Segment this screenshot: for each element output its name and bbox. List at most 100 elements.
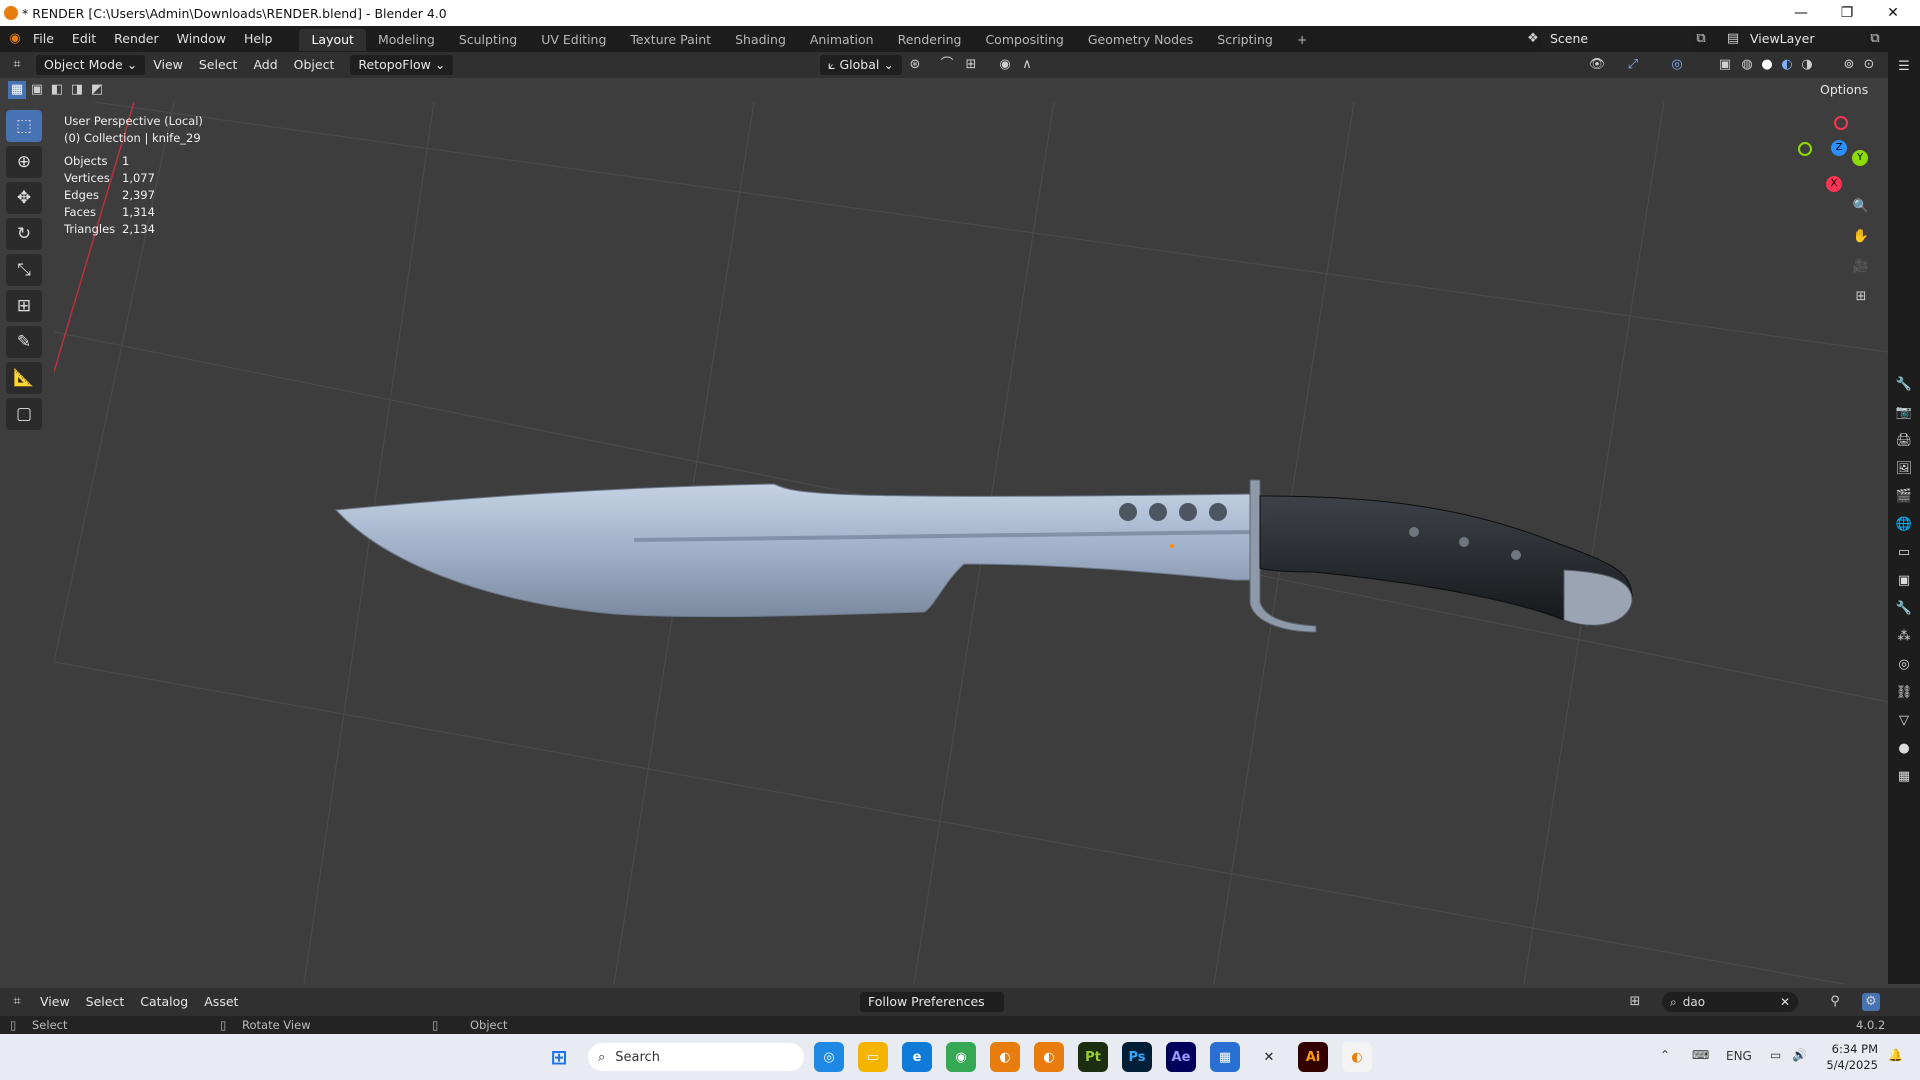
blender-active-icon[interactable]: ◐ <box>1342 1042 1372 1072</box>
knife-model[interactable] <box>334 479 1633 633</box>
clear-search-icon[interactable]: ✕ <box>1780 995 1790 1009</box>
object-properties-icon[interactable]: ▣ <box>1888 566 1920 594</box>
tab-modeling[interactable]: Modeling <box>366 29 447 51</box>
asset-search-input[interactable]: dao <box>1683 995 1780 1009</box>
asset-search-box[interactable]: ⌕ dao ✕ <box>1662 992 1798 1012</box>
tab-shading[interactable]: Shading <box>723 29 798 51</box>
tool-properties-icon[interactable]: 🔧 <box>1888 370 1920 398</box>
menu-add[interactable]: Add <box>245 55 285 75</box>
tab-uv-editing[interactable]: UV Editing <box>529 29 618 51</box>
new-view-layer-icon[interactable]: ⧉ <box>1866 30 1884 48</box>
taskbar-clock[interactable]: 6:34 PM 5/4/2025 <box>1818 1041 1878 1073</box>
scale-tool[interactable]: ⤡ <box>6 254 42 286</box>
blender-menu-icon[interactable]: ◉ <box>6 30 24 48</box>
copilot-app-icon[interactable]: ◎ <box>814 1042 844 1072</box>
view-layer-selector[interactable]: ViewLayer <box>1742 29 1866 49</box>
tab-texture-paint[interactable]: Texture Paint <box>618 29 723 51</box>
menu-object[interactable]: Object <box>286 55 343 75</box>
tab-scripting[interactable]: Scripting <box>1205 29 1285 51</box>
menu-help[interactable]: Help <box>235 26 282 52</box>
tab-layout[interactable]: Layout <box>299 29 366 51</box>
tray-overflow-icon[interactable]: ⌃ <box>1660 1048 1670 1062</box>
blender-app-2-icon[interactable]: ◐ <box>1034 1042 1064 1072</box>
edge-browser-icon[interactable]: e <box>902 1042 932 1072</box>
menu-view[interactable]: View <box>145 55 191 75</box>
world-properties-icon[interactable]: 🌐 <box>1888 510 1920 538</box>
add-cube-tool[interactable]: ▢ <box>6 398 42 430</box>
falloff-icon[interactable]: ∧ <box>1018 56 1036 74</box>
navigation-gizmo[interactable]: Z Y X <box>1788 112 1872 202</box>
tab-compositing[interactable]: Compositing <box>973 29 1075 51</box>
close-button[interactable]: ✕ <box>1870 0 1916 26</box>
3d-viewport[interactable] <box>54 102 1888 984</box>
menu-render[interactable]: Render <box>105 26 168 52</box>
select-extend-icon[interactable]: ▣ <box>28 81 46 99</box>
minimize-button[interactable]: — <box>1778 0 1824 26</box>
asset-menu-select[interactable]: Select <box>78 992 133 1012</box>
wireframe-shading-icon[interactable]: ◍ <box>1738 56 1756 74</box>
volume-icon[interactable]: 🔊 <box>1792 1048 1807 1062</box>
select-new-icon[interactable]: ▦ <box>8 81 26 99</box>
chrome-browser-icon[interactable]: ◉ <box>946 1042 976 1072</box>
new-scene-icon[interactable]: ⧉ <box>1692 30 1710 48</box>
substance-painter-icon[interactable]: Pt <box>1078 1042 1108 1072</box>
transform-tool[interactable]: ⊞ <box>6 290 42 322</box>
maximize-button[interactable]: ❐ <box>1824 0 1870 26</box>
illustrator-icon[interactable]: Ai <box>1298 1042 1328 1072</box>
import-method-selector[interactable]: Follow Preferences ⌄ <box>860 992 1004 1029</box>
select-invert-icon[interactable]: ◨ <box>68 81 86 99</box>
measure-tool[interactable]: 📐 <box>6 362 42 394</box>
asset-editor-type-icon[interactable]: ⌗ <box>8 993 26 1011</box>
options-button[interactable]: Options ⌄ <box>1812 80 1888 117</box>
asset-settings-icon[interactable]: ⚙ <box>1862 993 1880 1011</box>
scene-selector[interactable]: Scene <box>1542 29 1692 49</box>
render-preview-icon[interactable]: ⊙ <box>1860 56 1878 74</box>
xray-icon[interactable]: ▣ <box>1716 56 1734 74</box>
ortho-toggle-icon[interactable]: ⊞ <box>1852 288 1870 306</box>
particles-properties-icon[interactable]: ⁂ <box>1888 622 1920 650</box>
scene-icon[interactable]: ❖ <box>1524 30 1542 48</box>
x-axis-handle[interactable]: X <box>1826 176 1842 192</box>
transform-orientation-selector[interactable]: ⟀ Global ⌄ <box>820 55 902 75</box>
zoom-icon[interactable]: 🔍 <box>1852 198 1870 216</box>
scene-properties-icon[interactable]: 🎬 <box>1888 482 1920 510</box>
taskbar-search-box[interactable]: ⌕ Search <box>588 1043 804 1071</box>
asset-menu-view[interactable]: View <box>32 992 78 1012</box>
filter-icon[interactable]: ⚲ <box>1826 993 1844 1011</box>
solid-shading-icon[interactable]: ● <box>1758 56 1776 74</box>
network-icon[interactable]: ▭ <box>1770 1048 1781 1062</box>
select-subtract-icon[interactable]: ◧ <box>48 81 66 99</box>
pivot-point-icon[interactable]: ⊛ <box>906 56 924 74</box>
camera-view-icon[interactable]: 🎥 <box>1852 258 1870 276</box>
tab-animation[interactable]: Animation <box>798 29 886 51</box>
neg-y-handle[interactable] <box>1798 142 1812 156</box>
modifier-properties-icon[interactable]: 🔧 <box>1888 594 1920 622</box>
menu-window[interactable]: Window <box>168 26 235 52</box>
cursor-tool[interactable]: ⊕ <box>6 146 42 178</box>
tab-geometry-nodes[interactable]: Geometry Nodes <box>1076 29 1205 51</box>
retopoflow-menu[interactable]: RetopoFlow ⌄ <box>350 55 454 75</box>
overlay-toggle-icon[interactable]: ◎ <box>1668 56 1686 74</box>
tab-sculpting[interactable]: Sculpting <box>447 29 529 51</box>
gizmo-toggle-icon[interactable]: ⤢ <box>1624 56 1642 74</box>
move-tool[interactable]: ✥ <box>6 182 42 214</box>
constraints-properties-icon[interactable]: ⛓ <box>1888 678 1920 706</box>
outliner-toggle-icon[interactable]: ☰ <box>1888 52 1920 80</box>
view-layer-icon[interactable]: ▤ <box>1724 30 1742 48</box>
start-button[interactable]: ⊞ <box>544 1042 574 1072</box>
blender-app-icon[interactable]: ◐ <box>990 1042 1020 1072</box>
neg-x-handle[interactable] <box>1834 116 1848 130</box>
output-properties-icon[interactable]: 🖨 <box>1888 426 1920 454</box>
menu-file[interactable]: File <box>24 26 63 52</box>
select-box-tool[interactable]: ⬚ <box>6 110 42 142</box>
zbrush-icon[interactable]: ✕ <box>1254 1042 1284 1072</box>
annotate-tool[interactable]: ✎ <box>6 326 42 358</box>
editor-type-icon[interactable]: ⌗ <box>8 56 26 74</box>
rotate-tool[interactable]: ↻ <box>6 218 42 250</box>
notification-icon[interactable]: 🔔 <box>1888 1048 1903 1062</box>
asset-menu-asset[interactable]: Asset <box>196 992 246 1012</box>
pan-hand-icon[interactable]: ✋ <box>1852 228 1870 246</box>
rendered-shading-icon[interactable]: ◑ <box>1798 56 1816 74</box>
snap-target-icon[interactable]: ⊞ <box>962 56 980 74</box>
microsoft-store-icon[interactable]: ▦ <box>1210 1042 1240 1072</box>
